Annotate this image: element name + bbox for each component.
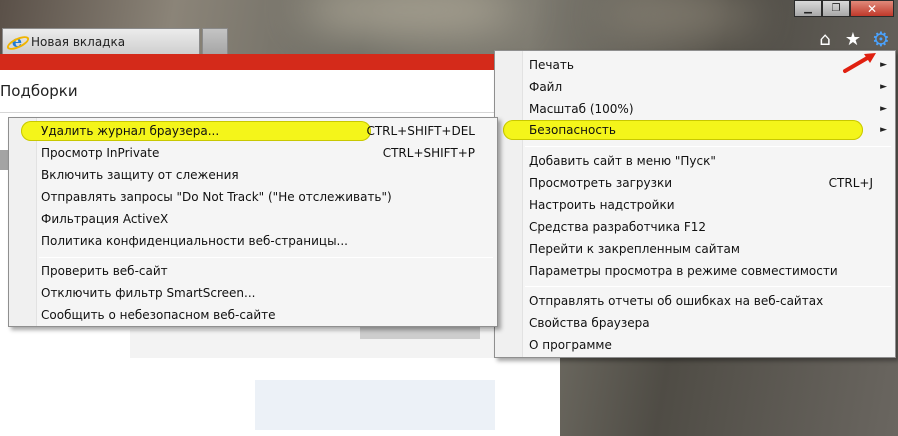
menu-item-shortcut: CTRL+J — [828, 176, 873, 190]
menu-item-zoom[interactable]: Масштаб (100%) ► — [495, 98, 895, 120]
menu-item-shortcut: CTRL+SHIFT+DEL — [366, 124, 475, 138]
gear-icon[interactable]: ⚙ — [870, 27, 892, 51]
page-blurred-region — [0, 150, 8, 170]
menu-item-report-website-problems[interactable]: Отправлять отчеты об ошибках на веб-сайт… — [495, 290, 895, 312]
menu-item-check-website[interactable]: Проверить веб-сайт — [9, 260, 497, 282]
menu-item-privacy-policy[interactable]: Политика конфиденциальности веб-страницы… — [9, 230, 497, 252]
menu-separator — [39, 257, 493, 258]
menu-item-report-unsafe-website[interactable]: Сообщить о небезопасном веб-сайте — [9, 304, 497, 326]
menu-item-label: О программе — [529, 338, 612, 352]
background-blur — [600, 0, 760, 40]
menu-item-f12-dev-tools[interactable]: Средства разработчика F12 — [495, 216, 895, 238]
menu-item-pinned-sites[interactable]: Перейти к закрепленным сайтам — [495, 238, 895, 260]
minimize-button[interactable]: ▁ — [794, 0, 822, 17]
browser-tab[interactable]: e Новая вкладка — [2, 28, 200, 54]
menu-item-about[interactable]: О программе — [495, 334, 895, 356]
page-title: Подборки — [0, 82, 78, 100]
menu-item-label: Отключить фильтр SmartScreen... — [41, 286, 256, 300]
ie-logo-icon: e — [9, 32, 25, 51]
menu-item-label: Политика конфиденциальности веб-страницы… — [41, 234, 348, 248]
menu-item-inprivate[interactable]: Просмотр InPrivate CTRL+SHIFT+P — [9, 142, 497, 164]
menu-item-view-downloads[interactable]: Просмотреть загрузки CTRL+J — [495, 172, 895, 194]
menu-item-disable-smartscreen[interactable]: Отключить фильтр SmartScreen... — [9, 282, 497, 304]
menu-item-label: Свойства браузера — [529, 316, 650, 330]
chevron-right-icon: ► — [880, 82, 887, 92]
menu-item-label: Фильтрация ActiveX — [41, 212, 169, 226]
divider — [0, 112, 560, 113]
tab-title: Новая вкладка — [31, 34, 126, 49]
menu-item-label: Включить защиту от слежения — [41, 168, 239, 182]
menu-item-security[interactable]: Безопасность ► — [495, 119, 895, 141]
menu-item-label: Печать — [529, 58, 574, 72]
menu-item-label: Параметры просмотра в режиме совместимос… — [529, 264, 838, 278]
menu-separator — [525, 146, 891, 147]
new-tab-button[interactable] — [202, 28, 228, 54]
menu-item-label: Файл — [529, 80, 563, 94]
menu-item-label: Масштаб (100%) — [529, 102, 634, 116]
menu-item-tracking-protection[interactable]: Включить защиту от слежения — [9, 164, 497, 186]
page-blurred-region — [255, 380, 495, 430]
menu-item-compat-view-settings[interactable]: Параметры просмотра в режиме совместимос… — [495, 260, 895, 282]
menu-item-label: Средства разработчика F12 — [529, 220, 707, 234]
chevron-right-icon: ► — [880, 60, 887, 70]
menu-item-label: Настроить надстройки — [529, 198, 675, 212]
home-icon[interactable]: ⌂ — [814, 28, 836, 50]
chevron-right-icon: ► — [880, 104, 887, 114]
maximize-icon: ❐ — [831, 3, 841, 14]
security-submenu: Удалить журнал браузера... CTRL+SHIFT+DE… — [8, 117, 498, 327]
maximize-button[interactable]: ❐ — [822, 0, 850, 17]
menu-item-label: Проверить веб-сайт — [41, 264, 168, 278]
command-icons: ⌂ ★ ⚙ — [814, 27, 892, 51]
minimize-icon: ▁ — [804, 3, 812, 14]
menu-item-label: Сообщить о небезопасном веб-сайте — [41, 308, 276, 322]
menu-item-label: Просмотреть загрузки — [529, 176, 673, 190]
menu-item-label: Отправлять запросы "Do Not Track" ("Не о… — [41, 190, 392, 204]
close-icon: ✕ — [866, 1, 878, 16]
page-blurred-region — [360, 327, 480, 339]
menu-item-file[interactable]: Файл ► — [495, 76, 895, 98]
chevron-right-icon: ► — [880, 125, 887, 135]
menu-separator — [525, 286, 891, 287]
menu-item-label: Просмотр InPrivate — [41, 146, 160, 160]
annotation-arrow-icon — [843, 53, 876, 73]
menu-item-manage-addons[interactable]: Настроить надстройки — [495, 194, 895, 216]
favorites-star-icon[interactable]: ★ — [842, 28, 864, 50]
menu-item-do-not-track[interactable]: Отправлять запросы "Do Not Track" ("Не о… — [9, 186, 497, 208]
menu-item-label: Добавить сайт в меню "Пуск" — [529, 154, 716, 168]
close-button[interactable]: ✕ — [850, 0, 894, 17]
menu-item-delete-browsing-history[interactable]: Удалить журнал браузера... CTRL+SHIFT+DE… — [9, 120, 497, 142]
window-controls: ▁ ❐ ✕ — [794, 0, 894, 17]
menu-item-label: Удалить журнал браузера... — [41, 124, 220, 138]
page-header-bar — [0, 54, 560, 70]
menu-item-print[interactable]: Печать ► — [495, 54, 895, 76]
menu-item-label: Отправлять отчеты об ошибках на веб-сайт… — [529, 294, 824, 308]
menu-item-activex-filtering[interactable]: Фильтрация ActiveX — [9, 208, 497, 230]
menu-item-add-site-to-start[interactable]: Добавить сайт в меню "Пуск" — [495, 150, 895, 172]
menu-item-label: Безопасность — [529, 123, 616, 137]
menu-item-label: Перейти к закрепленным сайтам — [529, 242, 740, 256]
menu-item-internet-options[interactable]: Свойства браузера — [495, 312, 895, 334]
tools-menu: Печать ► Файл ► Масштаб (100%) ► Безопас… — [494, 50, 896, 358]
menu-item-shortcut: CTRL+SHIFT+P — [382, 146, 475, 160]
background-blur — [300, 0, 520, 40]
